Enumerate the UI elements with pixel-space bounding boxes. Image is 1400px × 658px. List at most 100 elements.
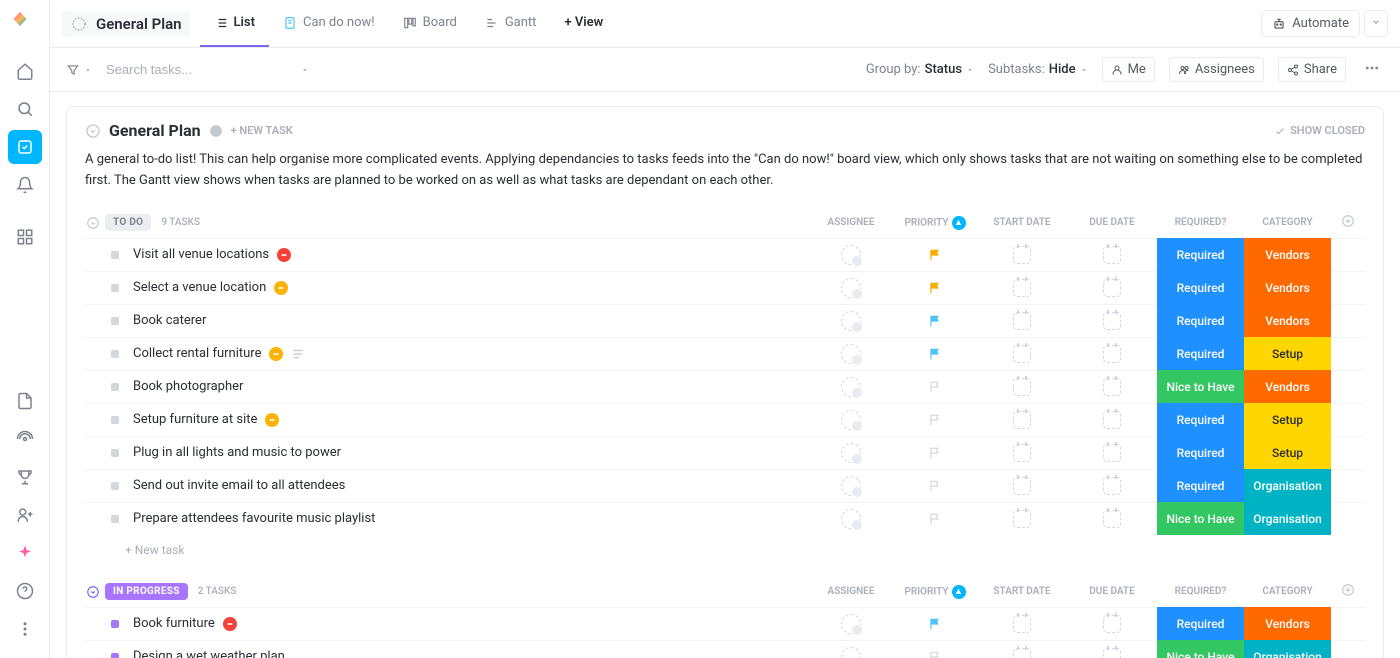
col-required[interactable]: REQUIRED? — [1157, 217, 1244, 228]
priority-cell[interactable] — [893, 479, 977, 493]
assignee-cell[interactable] — [809, 476, 893, 496]
search-input[interactable] — [106, 62, 286, 77]
due-date-cell[interactable] — [1067, 615, 1157, 633]
col-assignee[interactable]: ASSIGNEE — [809, 586, 893, 597]
priority-cell[interactable] — [893, 248, 977, 262]
priority-cell[interactable] — [893, 512, 977, 526]
col-required[interactable]: REQUIRED? — [1157, 586, 1244, 597]
due-date-cell[interactable] — [1067, 411, 1157, 429]
view-tab-board[interactable]: Board — [389, 0, 471, 47]
share-button[interactable]: Share — [1278, 57, 1346, 82]
priority-cell[interactable] — [893, 380, 977, 394]
task-name[interactable]: Setup furniture at site — [133, 412, 809, 427]
task-status-dot[interactable] — [111, 620, 119, 628]
subtasks-selector[interactable]: Subtasks: Hide — [988, 62, 1088, 77]
group-status-label[interactable]: TO DO — [105, 214, 151, 231]
subtask-icon[interactable] — [291, 347, 305, 361]
task-name[interactable]: Prepare attendees favourite music playli… — [133, 511, 809, 526]
task-status-dot[interactable] — [111, 515, 119, 523]
start-date-cell[interactable] — [977, 648, 1067, 658]
filter-button[interactable] — [66, 63, 92, 77]
sidebar-help[interactable] — [8, 574, 42, 608]
sidebar-docs[interactable] — [8, 384, 42, 418]
category-cell[interactable]: Organisation — [1244, 469, 1331, 502]
required-cell[interactable]: Required — [1157, 304, 1244, 337]
task-status-dot[interactable] — [111, 416, 119, 424]
category-cell[interactable]: Organisation — [1244, 640, 1331, 658]
category-cell[interactable]: Vendors — [1244, 370, 1331, 403]
priority-cell[interactable] — [893, 617, 977, 631]
start-date-cell[interactable] — [977, 444, 1067, 462]
task-name[interactable]: Book furniture — [133, 616, 809, 631]
assignee-cell[interactable] — [809, 245, 893, 265]
required-cell[interactable]: Nice to Have — [1157, 640, 1244, 658]
task-name[interactable]: Design a wet weather plan — [133, 649, 809, 658]
start-date-cell[interactable] — [977, 510, 1067, 528]
sidebar-ai[interactable] — [8, 536, 42, 570]
task-row[interactable]: Collect rental furniture RequiredSetup — [85, 337, 1365, 370]
automate-button[interactable]: Automate — [1261, 10, 1360, 37]
category-cell[interactable]: Vendors — [1244, 271, 1331, 304]
group-toggle[interactable] — [85, 584, 101, 600]
task-row[interactable]: Book photographerNice to HaveVendors — [85, 370, 1365, 403]
col-due-date[interactable]: DUE DATE — [1067, 217, 1157, 228]
due-date-cell[interactable] — [1067, 648, 1157, 658]
automate-dropdown[interactable] — [1364, 10, 1388, 37]
add-column-button[interactable] — [1331, 583, 1365, 600]
task-row[interactable]: Book furniture RequiredVendors — [85, 607, 1365, 640]
assignee-cell[interactable] — [809, 647, 893, 658]
category-cell[interactable]: Vendors — [1244, 607, 1331, 640]
category-cell[interactable]: Setup — [1244, 436, 1331, 469]
view-tab-gantt[interactable]: Gantt — [471, 0, 551, 47]
priority-flag-icon[interactable] — [928, 248, 942, 262]
assignee-cell[interactable] — [809, 377, 893, 397]
category-cell[interactable]: Setup — [1244, 403, 1331, 436]
priority-flag-icon[interactable] — [928, 446, 942, 460]
priority-cell[interactable] — [893, 314, 977, 328]
assignee-cell[interactable] — [809, 443, 893, 463]
task-status-dot[interactable] — [111, 653, 119, 658]
priority-cell[interactable] — [893, 446, 977, 460]
priority-flag-icon[interactable] — [928, 650, 942, 658]
assignee-cell[interactable] — [809, 278, 893, 298]
col-category[interactable]: CATEGORY — [1244, 586, 1331, 597]
start-date-cell[interactable] — [977, 312, 1067, 330]
task-name[interactable]: Collect rental furniture — [133, 346, 809, 361]
start-date-cell[interactable] — [977, 345, 1067, 363]
chevron-down-icon[interactable] — [300, 65, 310, 75]
col-assignee[interactable]: ASSIGNEE — [809, 217, 893, 228]
col-start-date[interactable]: START DATE — [977, 217, 1067, 228]
task-name[interactable]: Book caterer — [133, 313, 809, 328]
task-name[interactable]: Visit all venue locations — [133, 247, 809, 262]
required-cell[interactable]: Required — [1157, 271, 1244, 304]
category-cell[interactable]: Vendors — [1244, 304, 1331, 337]
sidebar-tasks[interactable] — [8, 130, 42, 164]
app-logo[interactable] — [11, 10, 39, 38]
required-cell[interactable]: Required — [1157, 337, 1244, 370]
priority-cell[interactable] — [893, 347, 977, 361]
required-cell[interactable]: Required — [1157, 607, 1244, 640]
priority-cell[interactable] — [893, 650, 977, 658]
task-status-dot[interactable] — [111, 284, 119, 292]
sidebar-home[interactable] — [8, 54, 42, 88]
task-row[interactable]: Select a venue locationRequiredVendors — [85, 271, 1365, 304]
assignee-cell[interactable] — [809, 311, 893, 331]
task-row[interactable]: Send out invite email to all attendeesRe… — [85, 469, 1365, 502]
due-date-cell[interactable] — [1067, 378, 1157, 396]
new-task-button[interactable]: + NEW TASK — [231, 124, 293, 137]
priority-flag-icon[interactable] — [928, 512, 942, 526]
category-cell[interactable]: Setup — [1244, 337, 1331, 370]
priority-flag-icon[interactable] — [928, 347, 942, 361]
col-start-date[interactable]: START DATE — [977, 586, 1067, 597]
priority-cell[interactable] — [893, 281, 977, 295]
required-cell[interactable]: Nice to Have — [1157, 370, 1244, 403]
category-cell[interactable]: Vendors — [1244, 238, 1331, 271]
required-cell[interactable]: Nice to Have — [1157, 502, 1244, 535]
assignee-cell[interactable] — [809, 509, 893, 529]
col-category[interactable]: CATEGORY — [1244, 217, 1331, 228]
group-status-label[interactable]: IN PROGRESS — [105, 583, 188, 600]
task-row[interactable]: Book caterer RequiredVendors — [85, 304, 1365, 337]
due-date-cell[interactable] — [1067, 510, 1157, 528]
assignee-cell[interactable] — [809, 410, 893, 430]
priority-cell[interactable] — [893, 413, 977, 427]
